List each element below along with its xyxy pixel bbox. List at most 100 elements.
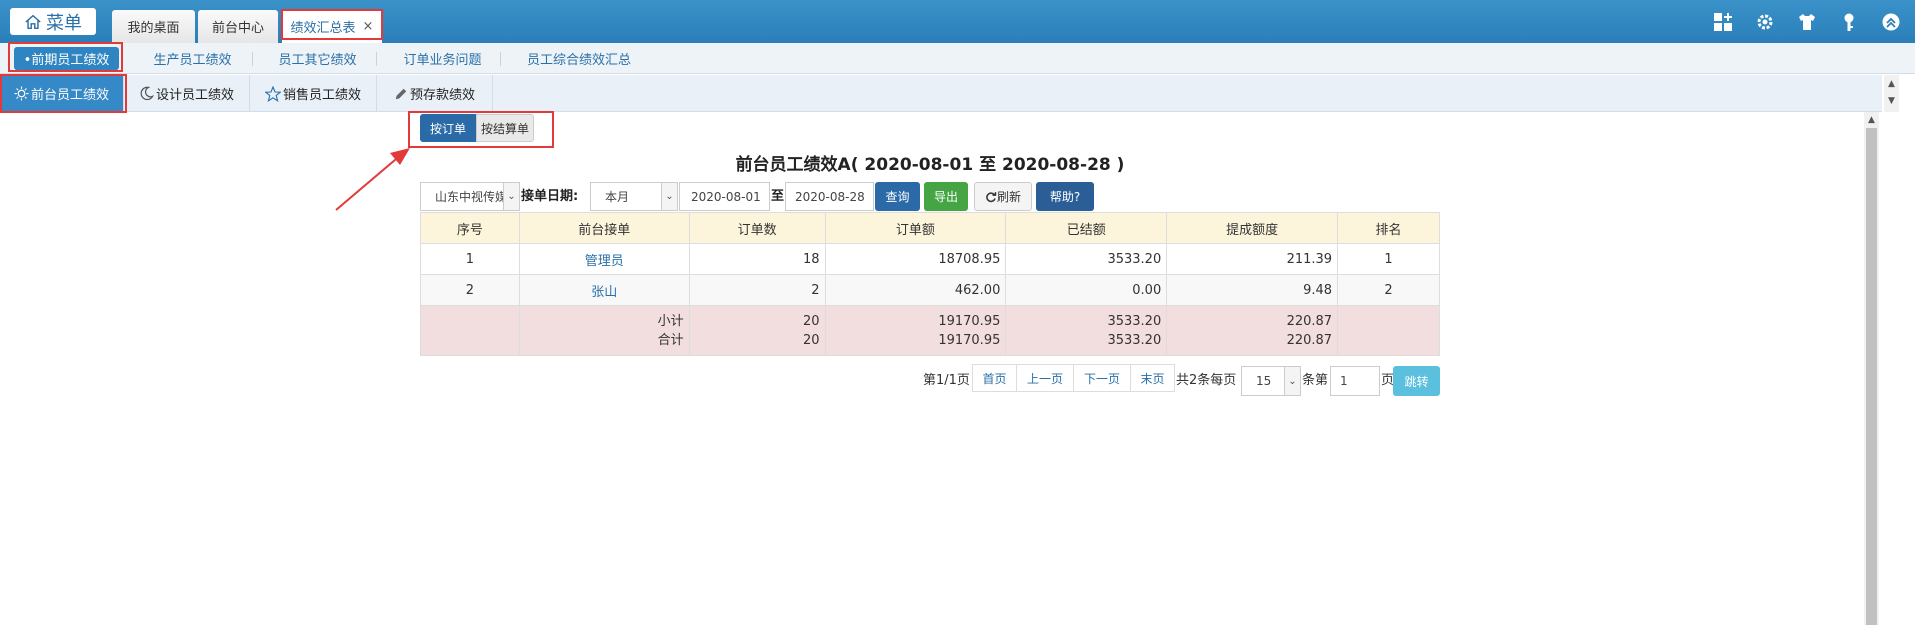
staff-name[interactable]: 管理员: [585, 254, 624, 269]
settings-gear-icon[interactable]: [1755, 12, 1775, 32]
query-button[interactable]: 查询: [875, 182, 920, 211]
summary-labels: 小计 合计: [518, 305, 690, 356]
by-order-button[interactable]: 按订单: [420, 114, 476, 142]
commission-amount: 9.48: [1166, 274, 1339, 306]
tab-performance-summary[interactable]: 绩效汇总表 ×: [282, 10, 382, 43]
tab-my-desktop[interactable]: 我的桌面: [112, 10, 195, 43]
divider: [376, 52, 377, 66]
perfnav-item-front-staff[interactable]: 前台员工绩效: [0, 75, 124, 112]
chevron-down-icon: ⌄: [503, 183, 519, 210]
key-icon[interactable]: [1839, 12, 1859, 32]
divider: [500, 52, 501, 66]
add-widget-icon[interactable]: [1713, 12, 1733, 32]
subnav-label: 生产员工绩效: [153, 53, 232, 68]
column-header[interactable]: 提成额度: [1166, 212, 1339, 244]
tab-label: 前台中心: [211, 21, 264, 36]
tab-label: 绩效汇总表: [290, 21, 356, 36]
column-header[interactable]: 前台接单: [518, 212, 690, 244]
column-header[interactable]: 排名: [1337, 212, 1440, 244]
tab-front-center[interactable]: 前台中心: [198, 10, 278, 43]
column-header[interactable]: 订单数: [688, 212, 826, 244]
summary-row: 小计 合计 20 20 19170.95 19170.95 3533.20 3533.2…: [420, 305, 1440, 356]
page-info: 第1/1页: [923, 373, 970, 388]
refresh-label: 刷新: [996, 190, 1021, 204]
sub-navigation: •前期员工绩效 生产员工绩效 员工其它绩效 订单业务问题 员工综合绩效汇总: [0, 43, 1915, 74]
export-button[interactable]: 导出: [924, 182, 968, 211]
perfnav-item-sales-staff[interactable]: 销售员工绩效: [250, 75, 377, 112]
subnav-item-order-issues[interactable]: 订单业务问题: [390, 43, 495, 74]
start-date-value: 2020-08-01: [691, 189, 761, 204]
chevron-down-icon: ⌄: [661, 183, 677, 210]
summary-settled: 3533.20 3533.20: [1005, 305, 1168, 356]
perfnav-item-prepaid[interactable]: 预存款绩效: [377, 75, 493, 112]
subtotal-commission: 220.87: [1286, 313, 1333, 329]
total-settled: 3533.20: [1107, 332, 1162, 348]
total-commission: 220.87: [1286, 332, 1333, 348]
order-amount: 462.00: [824, 274, 1007, 306]
subnav-item-early-staff[interactable]: •前期员工绩效: [14, 47, 119, 70]
column-header[interactable]: 已结额: [1005, 212, 1168, 244]
subnav-item-other[interactable]: 员工其它绩效: [265, 43, 370, 74]
staff-name-link[interactable]: 张山: [518, 274, 690, 306]
perfnav-label: 销售员工绩效: [282, 88, 361, 103]
top-bar: 菜单 我的桌面 前台中心 绩效汇总表 ×: [0, 0, 1915, 43]
staff-name[interactable]: 张山: [591, 285, 617, 300]
period-select[interactable]: 本月 ⌄: [590, 182, 678, 211]
staff-name-link[interactable]: 管理员: [518, 243, 690, 275]
next-page-button[interactable]: 下一页: [1073, 364, 1131, 392]
page-size-value: 15: [1256, 374, 1272, 388]
annotation-arrow-icon: [335, 148, 410, 211]
star-icon: [264, 85, 281, 102]
refresh-icon: [986, 191, 997, 202]
period-value: 本月: [605, 190, 630, 204]
collapse-up-icon[interactable]: [1881, 12, 1901, 32]
jump-button[interactable]: 跳转: [1393, 366, 1440, 396]
subnav-item-summary[interactable]: 员工综合绩效汇总: [512, 43, 646, 74]
rank: 2: [1337, 274, 1440, 306]
scroll-up-icon[interactable]: ▲: [1864, 113, 1879, 127]
page-number-input[interactable]: 1: [1330, 366, 1380, 396]
help-button[interactable]: 帮助?: [1036, 182, 1094, 211]
view-toggle: 按订单 按结算单: [420, 114, 534, 142]
page-size-select[interactable]: 15 ⌄: [1241, 366, 1301, 396]
column-header[interactable]: 序号: [420, 212, 520, 244]
subnav-label: 员工其它绩效: [278, 53, 357, 68]
subnav-label: 员工综合绩效汇总: [526, 53, 631, 68]
last-page-button[interactable]: 末页: [1130, 364, 1175, 392]
prev-page-button[interactable]: 上一页: [1016, 364, 1074, 392]
subnav-label: 订单业务问题: [403, 53, 482, 68]
first-page-button[interactable]: 首页: [972, 364, 1017, 392]
refresh-button[interactable]: 刷新: [974, 182, 1032, 211]
company-select[interactable]: 山东中视传媒 ⌄: [420, 182, 520, 211]
summary-commission: 220.87 220.87: [1166, 305, 1339, 356]
subtotal-amount: 19170.95: [938, 313, 1001, 329]
tab-label: 我的桌面: [127, 21, 180, 36]
perfnav-label: 前台员工绩效: [30, 88, 109, 103]
end-date-input[interactable]: 2020-08-28: [785, 182, 874, 211]
subtotal-orders: 20: [802, 313, 820, 329]
shirt-skin-icon[interactable]: [1797, 12, 1817, 32]
total-amount: 19170.95: [938, 332, 1001, 348]
menu-button[interactable]: 菜单: [10, 8, 96, 35]
summary-order-count: 20 20: [688, 305, 826, 356]
scroll-up-icon[interactable]: ▲: [1884, 77, 1899, 91]
row-number: 1: [420, 243, 520, 275]
scroll-down-icon[interactable]: ▼: [1884, 94, 1899, 108]
outer-scrollbar[interactable]: ▲ ▼: [1884, 75, 1899, 112]
column-header[interactable]: 订单额: [824, 212, 1007, 244]
perfnav-item-design-staff[interactable]: 设计员工绩效: [124, 75, 250, 112]
page-number-value: 1: [1340, 374, 1348, 388]
total-label: 合计: [657, 332, 684, 348]
start-date-input[interactable]: 2020-08-01: [679, 182, 770, 211]
by-settlement-button[interactable]: 按结算单: [476, 114, 534, 142]
scroll-thumb[interactable]: [1866, 128, 1877, 625]
content-scrollbar[interactable]: ▲: [1864, 112, 1879, 625]
table-header-row: 序号 前台接单 订单数 订单额 已结额 提成额度 排名: [420, 212, 1440, 244]
end-date-value: 2020-08-28: [795, 189, 865, 204]
performance-nav: 前台员工绩效 设计员工绩效 销售员工绩效 预存款绩效: [0, 75, 1882, 112]
perfnav-label: 设计员工绩效: [155, 88, 234, 103]
close-icon[interactable]: ×: [363, 19, 374, 34]
rank: 1: [1337, 243, 1440, 275]
order-amount: 18708.95: [824, 243, 1007, 275]
subnav-item-production[interactable]: 生产员工绩效: [140, 43, 245, 74]
